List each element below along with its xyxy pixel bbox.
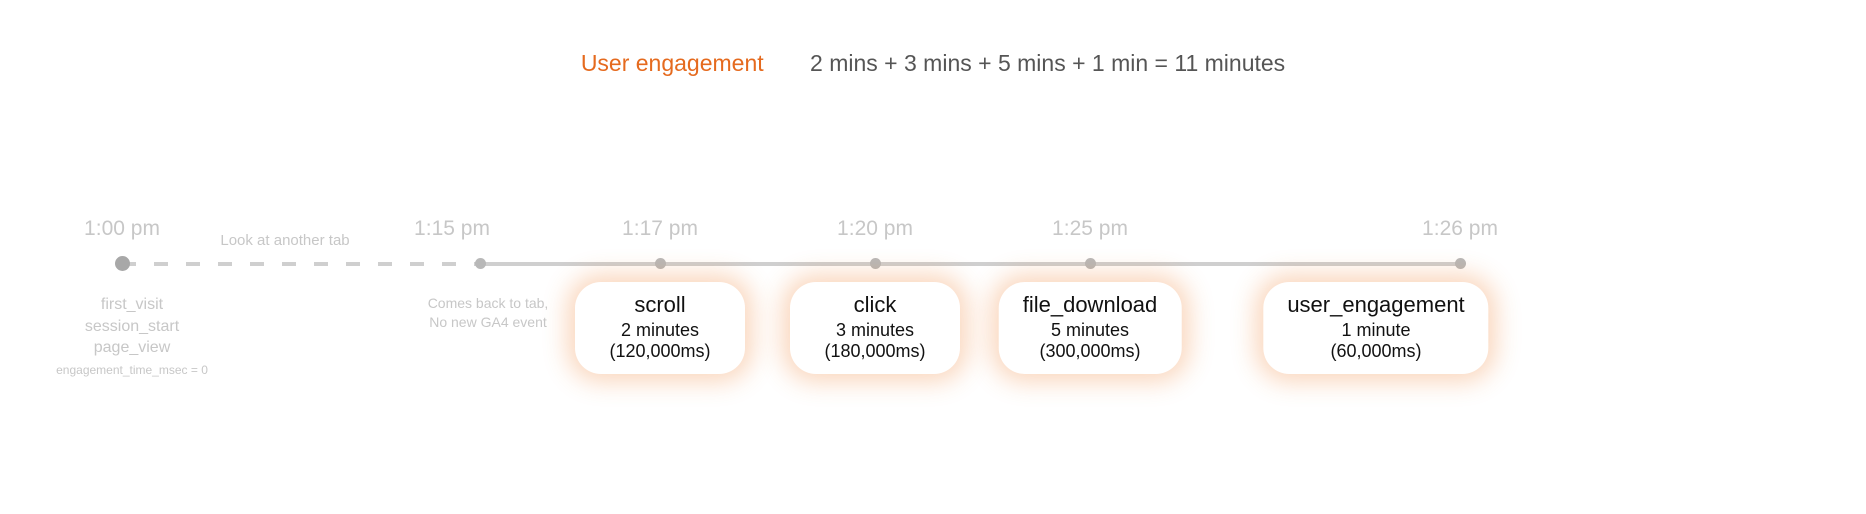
start-event-line: first_visit	[85, 294, 179, 316]
event-card-user-engagement: user_engagement 1 minute (60,000ms)	[1263, 282, 1488, 374]
timeline-dot	[1455, 258, 1466, 269]
event-name: file_download	[1023, 292, 1158, 318]
engagement-formula: 2 mins + 3 mins + 5 mins + 1 min = 11 mi…	[810, 50, 1285, 76]
event-ms: (300,000ms)	[1023, 341, 1158, 362]
event-card-file-download: file_download 5 minutes (300,000ms)	[999, 282, 1182, 374]
event-ms: (120,000ms)	[599, 341, 721, 362]
return-note-line: Comes back to tab,	[428, 294, 549, 313]
start-event-line: session_start	[85, 316, 179, 338]
start-event-line: page_view	[85, 337, 179, 359]
away-tab-note: Look at another tab	[220, 232, 349, 249]
event-name: user_engagement	[1287, 292, 1464, 318]
event-ms: (60,000ms)	[1287, 341, 1464, 362]
time-label: 1:17 pm	[622, 217, 698, 241]
event-card-scroll: scroll 2 minutes (120,000ms)	[575, 282, 745, 374]
title: User engagement	[581, 50, 764, 76]
timeline-gap-segment	[122, 262, 480, 266]
time-label: 1:00 pm	[84, 217, 160, 241]
engagement-zero-note: engagement_time_msec = 0	[56, 362, 208, 378]
return-tab-note: Comes back to tab, No new GA4 event	[428, 294, 549, 332]
timeline: 1:00 pm first_visit session_start page_v…	[100, 262, 1806, 266]
timeline-dot	[870, 258, 881, 269]
event-duration: 5 minutes	[1023, 320, 1158, 341]
time-label: 1:26 pm	[1422, 217, 1498, 241]
time-label: 1:20 pm	[837, 217, 913, 241]
event-name: scroll	[599, 292, 721, 318]
return-note-line: No new GA4 event	[428, 313, 549, 332]
timeline-dot	[115, 256, 130, 271]
timeline-dot	[1085, 258, 1096, 269]
event-name: click	[814, 292, 936, 318]
timeline-dot	[655, 258, 666, 269]
time-label: 1:25 pm	[1052, 217, 1128, 241]
timeline-active-segment	[480, 262, 1460, 266]
time-label: 1:15 pm	[414, 217, 490, 241]
timeline-dot	[475, 258, 486, 269]
start-events-note: first_visit session_start page_view	[85, 294, 179, 359]
event-duration: 1 minute	[1287, 320, 1464, 341]
event-duration: 3 minutes	[814, 320, 936, 341]
event-ms: (180,000ms)	[814, 341, 936, 362]
header-line: User engagement 2 mins + 3 mins + 5 mins…	[0, 50, 1866, 77]
event-duration: 2 minutes	[599, 320, 721, 341]
event-card-click: click 3 minutes (180,000ms)	[790, 282, 960, 374]
